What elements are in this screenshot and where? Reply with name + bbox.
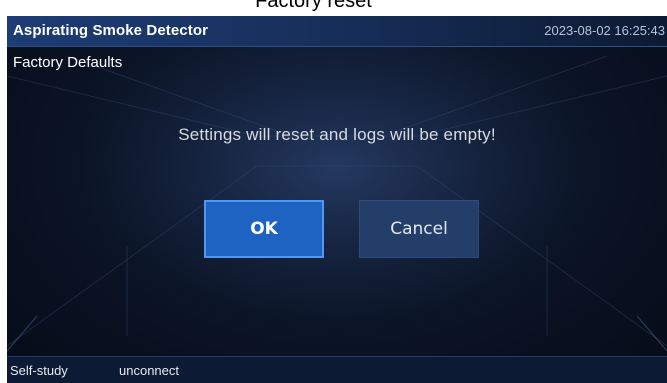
status-bar: Self-study unconnect — [7, 356, 667, 383]
corridor-background — [7, 16, 667, 383]
cancel-button[interactable]: Cancel — [359, 200, 479, 258]
ok-button-label: OK — [250, 219, 278, 239]
cancel-button-label: Cancel — [390, 219, 448, 239]
figure-caption: Factory reset — [255, 0, 372, 12]
datetime-display: 2023-08-02 16:25:43 — [544, 23, 665, 38]
connection-status: unconnect — [119, 363, 179, 378]
device-screen: Aspirating Smoke Detector 2023-08-02 16:… — [7, 16, 667, 383]
app-title: Aspirating Smoke Detector — [13, 22, 209, 39]
app-header: Aspirating Smoke Detector 2023-08-02 16:… — [7, 16, 667, 47]
reset-warning-message: Settings will reset and logs will be emp… — [178, 125, 496, 144]
ok-button[interactable]: OK — [204, 200, 324, 258]
page-title: Factory Defaults — [13, 54, 123, 71]
status-mode: Self-study — [10, 363, 68, 378]
